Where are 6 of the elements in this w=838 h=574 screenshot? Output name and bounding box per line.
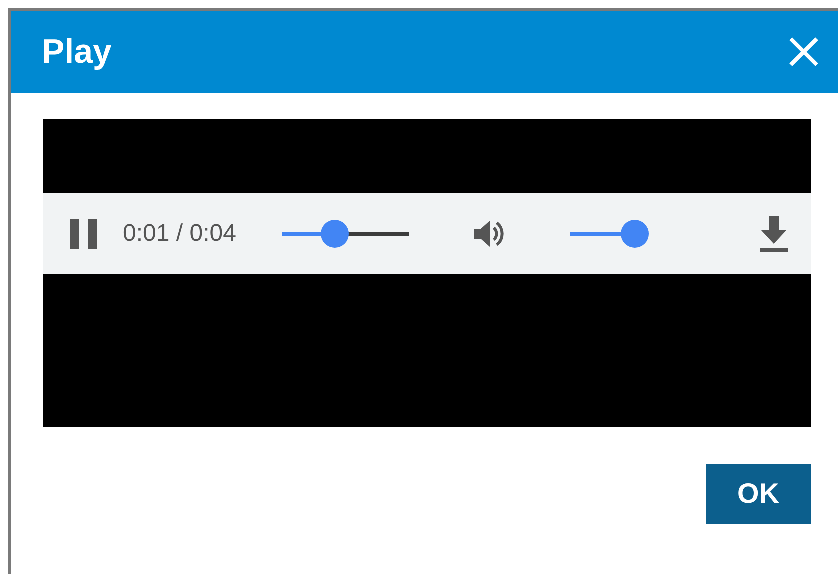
time-display: 0:01 / 0:04 <box>123 218 236 248</box>
slider-thumb[interactable] <box>621 220 650 248</box>
slider-thumb[interactable] <box>320 220 348 248</box>
download-icon[interactable] <box>757 214 791 254</box>
dialog-title: Play <box>42 32 112 72</box>
ok-button[interactable]: OK <box>706 464 811 524</box>
